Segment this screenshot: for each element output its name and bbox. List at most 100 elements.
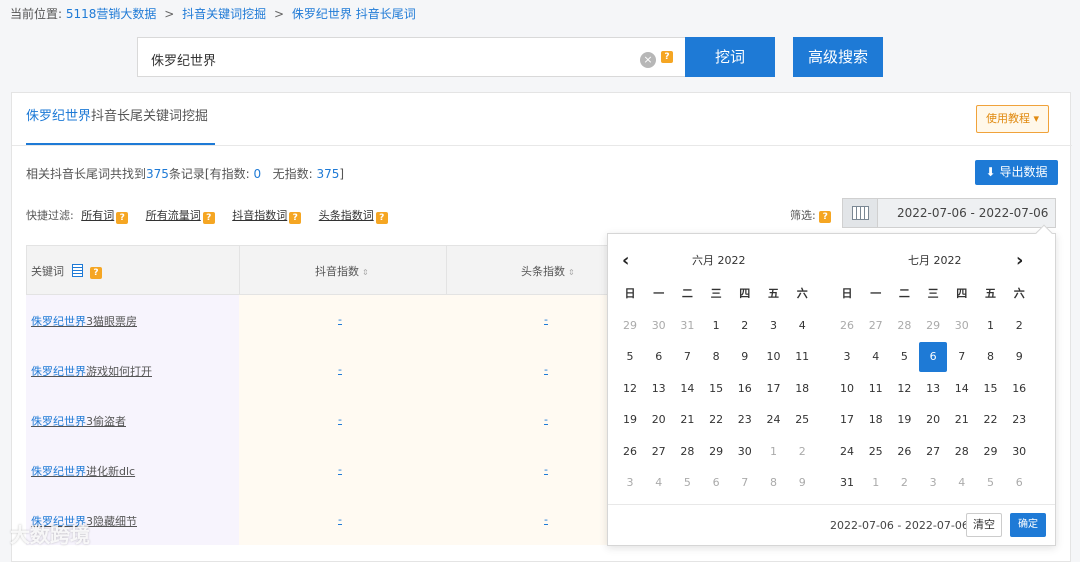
filter-all-words[interactable]: 所有词 [81, 209, 114, 222]
filter-toutiao-index-words[interactable]: 头条指数词 [319, 209, 374, 222]
date-range-picker[interactable]: 2022-07-06 - 2022-07-06 [842, 198, 1056, 228]
calendar-day[interactable]: 24 [833, 437, 861, 467]
calendar-day[interactable]: 31 [673, 311, 701, 341]
calendar-day[interactable]: 20 [645, 405, 673, 435]
sort-icon[interactable]: ⇕ [568, 268, 575, 277]
calendar-icon[interactable] [843, 199, 878, 227]
calendar-day[interactable]: 20 [919, 405, 947, 435]
toutiao-index-value[interactable]: - [544, 313, 548, 326]
calendar-day[interactable]: 2 [788, 437, 816, 467]
calendar-day[interactable]: 13 [645, 374, 673, 404]
douyin-index-value[interactable]: - [338, 513, 342, 526]
calendar-day[interactable]: 21 [673, 405, 701, 435]
toutiao-index-value[interactable]: - [544, 363, 548, 376]
calendar-day[interactable]: 26 [833, 311, 861, 341]
sort-icon[interactable]: ⇕ [362, 268, 369, 277]
calendar-day[interactable]: 16 [731, 374, 759, 404]
calendar-day[interactable]: 6 [1005, 468, 1033, 498]
calendar-day[interactable]: 19 [616, 405, 644, 435]
breadcrumb-item-current[interactable]: 侏罗纪世界 抖音长尾词 [292, 7, 416, 21]
keyword-link[interactable]: 侏罗纪世界进化新dlc [31, 463, 135, 479]
keyword-link[interactable]: 侏罗纪世界3猫眼票房 [31, 313, 137, 329]
calendar-day[interactable]: 31 [833, 468, 861, 498]
help-icon[interactable]: ? [116, 212, 129, 224]
calendar-day[interactable]: 12 [890, 374, 918, 404]
keyword-link[interactable]: 侏罗纪世界3偷盗者 [31, 413, 126, 429]
calendar-day[interactable]: 23 [1005, 405, 1033, 435]
calendar-day[interactable]: 5 [616, 342, 644, 372]
calendar-day[interactable]: 18 [862, 405, 890, 435]
filter-traffic-words[interactable]: 所有流量词 [146, 209, 201, 222]
advanced-search-button[interactable]: 高级搜索 [793, 37, 883, 77]
calendar-day[interactable]: 11 [862, 374, 890, 404]
calendar-day[interactable]: 10 [760, 342, 788, 372]
calendar-day[interactable]: 10 [833, 374, 861, 404]
calendar-day[interactable]: 28 [673, 437, 701, 467]
copy-icon[interactable] [71, 264, 83, 277]
calendar-day[interactable]: 9 [731, 342, 759, 372]
calendar-day[interactable]: 3 [616, 468, 644, 498]
calendar-day[interactable]: 23 [731, 405, 759, 435]
calendar-day[interactable]: 30 [1005, 437, 1033, 467]
calendar-day[interactable]: 6 [919, 342, 948, 372]
search-input[interactable]: 侏罗纪世界 × ? [137, 37, 686, 77]
calendar-day[interactable]: 17 [833, 405, 861, 435]
calendar-day[interactable]: 5 [673, 468, 701, 498]
calendar-day[interactable]: 27 [862, 311, 890, 341]
calendar-day[interactable]: 22 [702, 405, 730, 435]
tutorial-button[interactable]: 使用教程 ▾ [976, 105, 1049, 133]
calendar-day[interactable]: 3 [760, 311, 788, 341]
calendar-day[interactable]: 11 [788, 342, 816, 372]
calendar-day[interactable]: 30 [731, 437, 759, 467]
calendar-day[interactable]: 30 [645, 311, 673, 341]
search-value[interactable]: 侏罗纪世界 [151, 50, 216, 69]
toutiao-index-value[interactable]: - [544, 513, 548, 526]
help-icon[interactable]: ? [661, 51, 673, 63]
calendar-day[interactable]: 2 [731, 311, 759, 341]
help-icon[interactable]: ? [90, 267, 102, 279]
toutiao-index-value[interactable]: - [544, 413, 548, 426]
calendar-day[interactable]: 2 [890, 468, 918, 498]
calendar-day[interactable]: 21 [948, 405, 976, 435]
calendar-day[interactable]: 1 [702, 311, 730, 341]
calendar-day[interactable]: 1 [862, 468, 890, 498]
calendar-day[interactable]: 15 [977, 374, 1005, 404]
calendar-day[interactable]: 7 [673, 342, 701, 372]
clear-icon[interactable]: × [640, 52, 656, 68]
calendar-day[interactable]: 26 [890, 437, 918, 467]
toutiao-index-value[interactable]: - [544, 463, 548, 476]
calendar-day[interactable]: 1 [760, 437, 788, 467]
calendar-day[interactable]: 30 [948, 311, 976, 341]
calendar-day[interactable]: 16 [1005, 374, 1033, 404]
calendar-day[interactable]: 27 [919, 437, 947, 467]
calendar-day[interactable]: 29 [702, 437, 730, 467]
header-douyin-index[interactable]: 抖音指数 ⇕ [315, 263, 369, 279]
calendar-day[interactable]: 8 [702, 342, 730, 372]
calendar-day[interactable]: 5 [977, 468, 1005, 498]
help-icon[interactable]: ? [375, 212, 388, 224]
confirm-button[interactable]: 确定 [1010, 513, 1046, 537]
prev-month-icon[interactable]: ‹ [622, 250, 629, 271]
calendar-day[interactable]: 25 [862, 437, 890, 467]
douyin-index-value[interactable]: - [338, 413, 342, 426]
calendar-day[interactable]: 29 [919, 311, 947, 341]
calendar-day[interactable]: 9 [788, 468, 816, 498]
douyin-index-value[interactable]: - [338, 313, 342, 326]
douyin-index-value[interactable]: - [338, 363, 342, 376]
clear-button[interactable]: 清空 [966, 513, 1002, 537]
calendar-day[interactable]: 15 [702, 374, 730, 404]
calendar-day[interactable]: 4 [645, 468, 673, 498]
tab-longtail-keywords[interactable]: 侏罗纪世界抖音长尾关键词挖掘 [26, 105, 208, 124]
calendar-day[interactable]: 5 [890, 342, 918, 372]
calendar-day[interactable]: 6 [645, 342, 673, 372]
calendar-day[interactable]: 29 [977, 437, 1005, 467]
calendar-day[interactable]: 28 [890, 311, 918, 341]
breadcrumb-item-douyin-keywords[interactable]: 抖音关键词挖掘 [182, 7, 266, 21]
douyin-index-value[interactable]: - [338, 463, 342, 476]
calendar-day[interactable]: 9 [1005, 342, 1033, 372]
calendar-day[interactable]: 18 [788, 374, 816, 404]
calendar-day[interactable]: 14 [948, 374, 976, 404]
calendar-day[interactable]: 4 [788, 311, 816, 341]
calendar-day[interactable]: 4 [948, 468, 976, 498]
calendar-day[interactable]: 6 [702, 468, 730, 498]
